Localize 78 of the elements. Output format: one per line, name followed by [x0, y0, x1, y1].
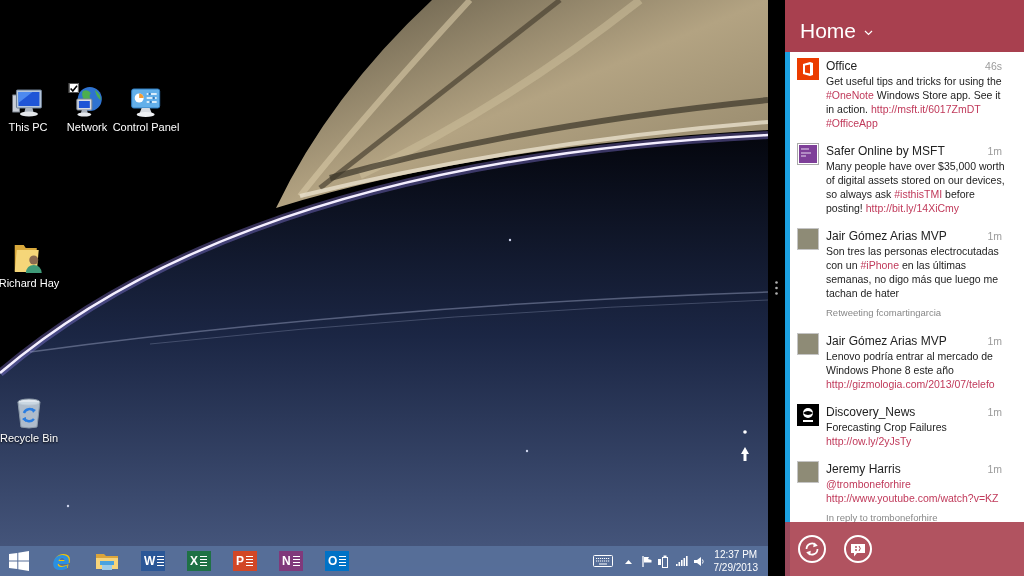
url-link[interactable]: http://www.youtube.com/watch?v=KZ — [826, 492, 999, 504]
tweet-text: Son tres las personas electrocutadas con un #iPhone en las últimas semanas, no digo más que luego me tachan de hater — [826, 244, 1000, 300]
desktop-shortcut[interactable]: This PC — [8, 86, 48, 134]
star-dot-icon — [525, 449, 529, 453]
feed-selector[interactable]: Home — [800, 19, 874, 43]
hashtag-link[interactable]: #OneNote — [826, 89, 874, 101]
mention-link[interactable]: @tromboneforhire — [826, 478, 911, 490]
author-name: Jair Gómez Arias MVP — [826, 228, 947, 244]
grip-icon[interactable] — [775, 281, 778, 295]
desktop-shortcut[interactable]: Control Panel — [112, 86, 180, 134]
author-name: Jeremy Harris — [826, 461, 901, 477]
tweet-text: Get useful tips and tricks for using the #OneNote Windows Store app. See it in action. http://msft.it/6017ZmDT #OfficeApp — [826, 74, 1003, 130]
page-lines-icon — [246, 555, 253, 567]
tick-icon — [70, 84, 78, 92]
message-button[interactable] — [844, 535, 872, 563]
app-button[interactable]: O — [325, 551, 349, 571]
start-button[interactable] — [9, 551, 29, 571]
tweet-context: In reply to tromboneforhire — [826, 511, 939, 525]
avatar-photo — [797, 228, 819, 250]
author-name: Discovery_News — [826, 404, 916, 420]
tweet-time: 1m — [987, 229, 1002, 244]
refresh-icon — [804, 541, 820, 557]
url-link[interactable]: http://bit.ly/14XiCmy — [865, 202, 960, 214]
app-button[interactable]: X — [187, 551, 211, 571]
tweet-time: 1m — [987, 462, 1002, 477]
star-dot-icon — [66, 504, 70, 508]
author-name: Office — [826, 58, 858, 74]
page-lines-icon — [339, 555, 347, 567]
tweet-time: 1m — [987, 405, 1002, 420]
tweet-text: Lenovo podría entrar al mercado de Windows Phone 8 este año http://gizmologia.com/2013/07/telefo — [826, 349, 996, 391]
tweet-context: Retweeting fcomartingarcia — [826, 306, 943, 320]
page-lines-icon — [292, 555, 300, 567]
user-folder-icon — [13, 242, 45, 274]
app-button[interactable]: W — [141, 551, 165, 571]
clock-button[interactable]: 12:37 PM 7/29/2013 — [713, 548, 758, 574]
star-dot-icon — [743, 430, 747, 434]
tweet-time: 1m — [987, 144, 1002, 159]
desktop-shortcut[interactable]: Richard Hay — [0, 242, 60, 290]
keyboard-icon[interactable] — [592, 555, 613, 567]
flag-icon[interactable] — [641, 555, 652, 567]
url-link[interactable]: http://gizmologia.com/2013/07/telefo — [826, 378, 995, 390]
author-name: Safer Online by MSFT — [826, 143, 945, 159]
chevron-down-icon — [864, 29, 874, 36]
tweet-time: 46s — [985, 59, 1002, 74]
tile-logo-icon — [797, 143, 819, 165]
logo-icon — [797, 58, 819, 80]
url-link[interactable]: http://ow.ly/2yJsTy — [826, 435, 912, 447]
arrow-icon — [741, 447, 749, 461]
checkbox[interactable] — [69, 83, 79, 93]
speaker-icon[interactable] — [693, 555, 704, 567]
avatar-photo — [797, 461, 819, 483]
hashtag-link[interactable]: #OfficeApp — [826, 117, 878, 129]
desktop-shortcut[interactable]: Recycle Bin — [0, 397, 59, 445]
page-lines-icon — [157, 555, 165, 567]
app-button[interactable]: P — [233, 551, 257, 571]
author-name: Jair Gómez Arias MVP — [826, 333, 947, 349]
page-lines-icon — [200, 555, 207, 567]
dashboard-icon — [130, 86, 162, 118]
folder-icon — [95, 551, 119, 571]
app-button[interactable]: N — [279, 551, 303, 571]
hashtag-link[interactable]: #iPhone — [860, 259, 899, 271]
tweet-text: Many people have over $35,000 worth of digital assets stored on our devices, so always ask #isthisTMI before posting! http://bit.ly/14XiCmy — [826, 159, 1006, 215]
url-link[interactable]: http://msft.it/6017ZmDT — [870, 103, 981, 115]
desktop-shortcut[interactable]: Network — [66, 86, 108, 134]
tweet-time: 1m — [987, 334, 1002, 349]
avatar-photo — [797, 333, 819, 355]
refresh-button[interactable] — [798, 535, 826, 563]
hashtag-link[interactable]: #isthisTMI — [894, 188, 943, 200]
signal-bars-icon[interactable] — [675, 556, 688, 566]
tweet-text: Forecasting Crop Failures http://ow.ly/2yJsTy — [826, 420, 948, 448]
star-dot-icon — [508, 238, 512, 242]
battery-plug-icon[interactable] — [657, 554, 668, 568]
caret-up-icon[interactable] — [624, 558, 632, 564]
chat-bubble-icon — [850, 541, 866, 557]
window-panes-icon — [9, 551, 29, 571]
taskbar-button[interactable] — [95, 551, 119, 571]
globe-logo-icon — [797, 404, 819, 426]
computer-icon — [12, 86, 44, 118]
